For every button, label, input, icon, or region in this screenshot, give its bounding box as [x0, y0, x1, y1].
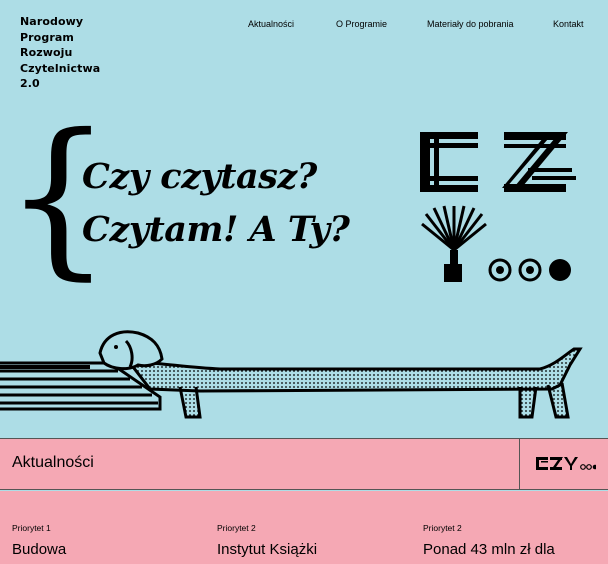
hero-line-2: Czytam! A Ty? — [82, 209, 350, 250]
card-priority-label: Priorytet 2 — [217, 523, 256, 533]
card-title: Instytut Książki — [217, 541, 318, 558]
priority-cards: Priorytet 1 Budowa Priorytet 2 Instytut … — [0, 491, 608, 564]
cz-brand-logo-icon — [414, 128, 580, 293]
priority-card[interactable]: Priorytet 1 Budowa — [12, 523, 66, 558]
program-name-line-3: Rozwoju — [20, 46, 73, 59]
hero-line-1: Czy czytasz? — [82, 156, 317, 197]
hero-headline: Czy czytasz? Czytam! A Ty? — [82, 150, 350, 256]
nav-link-aktualnosci[interactable]: Aktualności — [248, 19, 294, 29]
nav-link-o-programie[interactable]: O Programie — [336, 19, 387, 29]
program-name-line-4: Czytelnictwa — [20, 61, 101, 75]
news-section-bar[interactable]: Aktualności — [0, 438, 608, 490]
czy-mini-logo-icon — [536, 456, 598, 477]
nav-link-materialy[interactable]: Materiały do pobrania — [427, 19, 514, 29]
card-title: Ponad 43 mln zł dla — [423, 541, 555, 558]
card-title: Budowa — [12, 541, 67, 558]
dachshund-on-bench-illustration — [0, 325, 608, 430]
card-priority-label: Priorytet 1 — [12, 523, 51, 533]
card-priority-label: Priorytet 2 — [423, 523, 462, 533]
bar-divider — [519, 439, 520, 489]
nav-link-kontakt[interactable]: Kontakt — [553, 19, 584, 29]
priority-card[interactable]: Priorytet 2 Instytut Książki — [217, 523, 317, 558]
program-name-line-5: 2.0 — [20, 77, 40, 90]
section-title: Aktualności — [12, 454, 94, 471]
top-navigation: Aktualności O Programie Materiały do pob… — [0, 19, 608, 33]
priority-card[interactable]: Priorytet 2 Ponad 43 mln zł dla — [423, 523, 555, 558]
